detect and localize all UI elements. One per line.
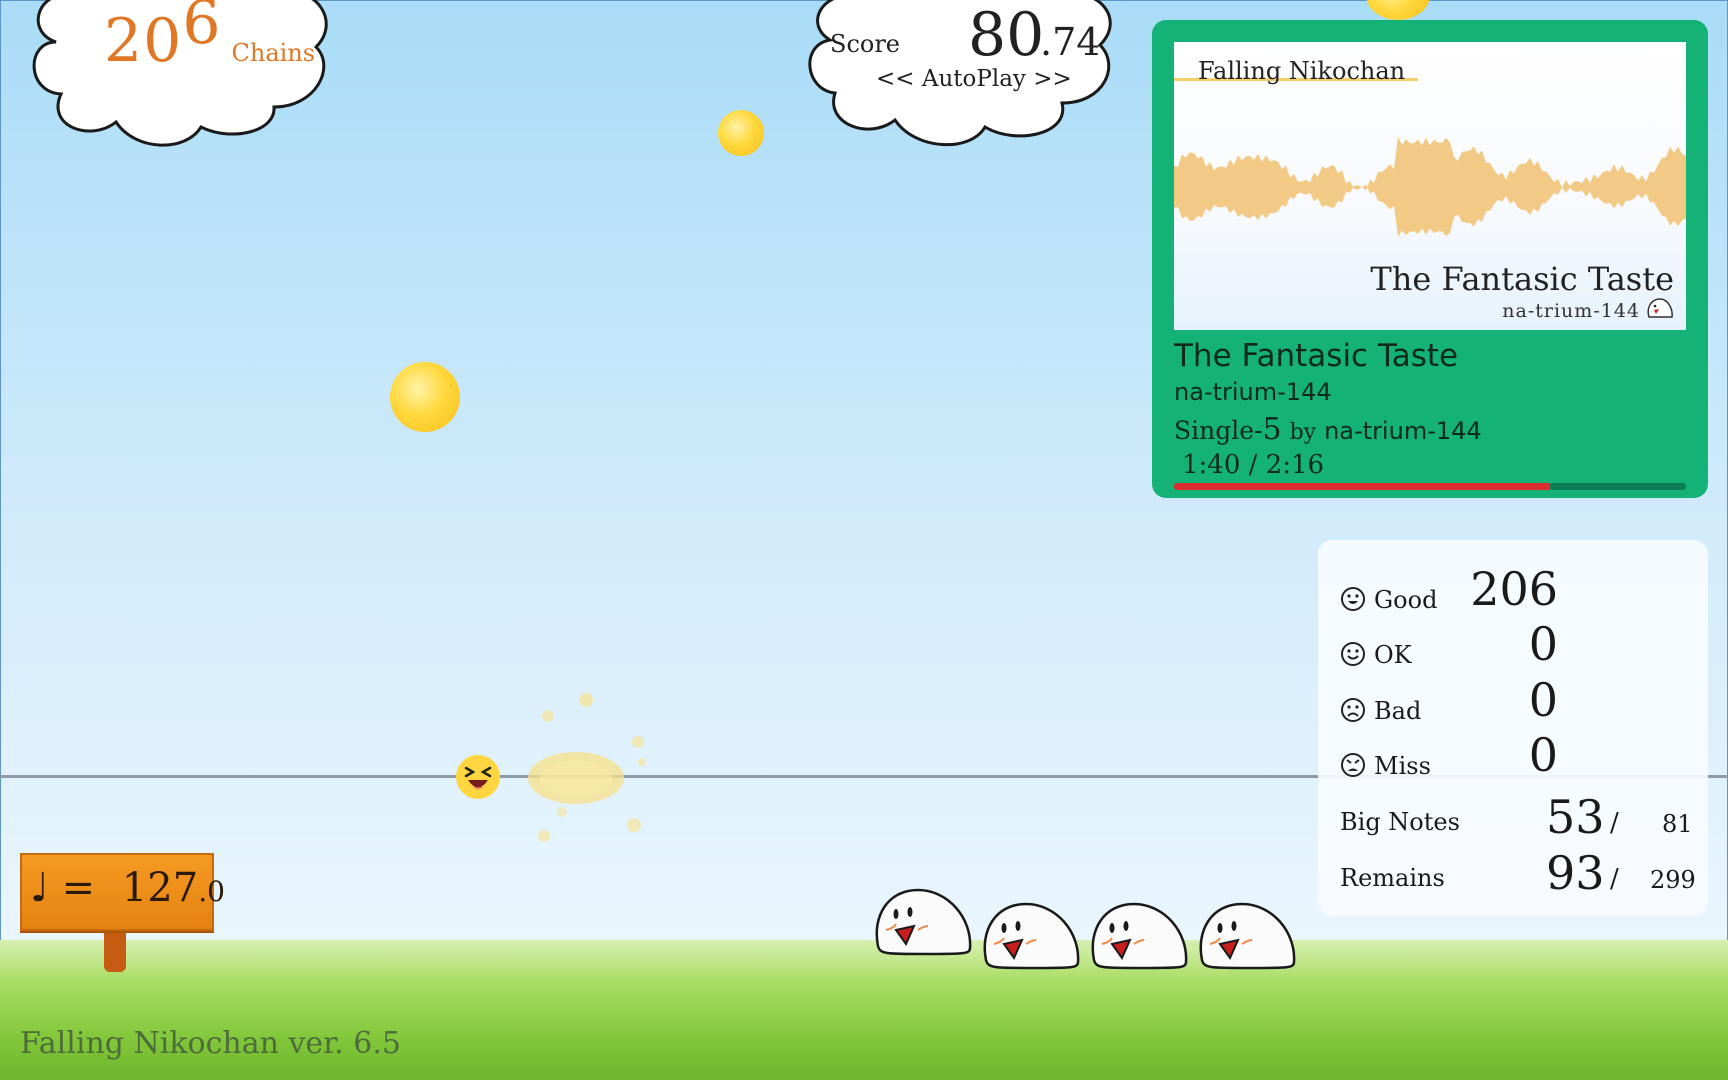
tempo-readout: ♩ = 127.0 <box>30 865 225 911</box>
chart-level: Single-5 by na-trium-144 <box>1174 412 1482 447</box>
tempo-sign: ♩ = 127.0 <box>20 853 225 931</box>
stat-big-notes: Big Notes 53 / 81 <box>1340 790 1693 848</box>
nikochan-character <box>1091 902 1188 970</box>
tempo-equals: = <box>61 865 96 911</box>
progress-bar <box>1174 483 1686 490</box>
jacket-game-title: Falling Nikochan <box>1198 57 1406 85</box>
song-artist: na-trium-144 <box>1174 378 1332 406</box>
progress-bar-fill <box>1174 483 1551 490</box>
hit-splash-effect <box>528 693 646 842</box>
good-count: 206 <box>1470 562 1558 616</box>
falling-note <box>718 110 764 156</box>
playback-time: 1:40 / 2:16 <box>1182 450 1325 480</box>
quarter-note-icon: ♩ <box>30 865 49 911</box>
remains-label: Remains <box>1340 864 1445 892</box>
nikochan-character <box>875 888 972 956</box>
nikochan-character <box>1199 902 1296 970</box>
level-number: 5 <box>1262 412 1282 447</box>
autoplay-indicator: << AutoPlay >> <box>876 66 1072 92</box>
big-notes-slash: / <box>1610 808 1619 838</box>
chains-label: Chains <box>231 39 316 67</box>
tempo-decimal: .0 <box>198 875 225 908</box>
big-falling-note <box>390 362 460 432</box>
score-label: Score <box>830 30 901 58</box>
big-notes-label: Big Notes <box>1340 808 1460 836</box>
remains-count: 93 <box>1546 846 1605 900</box>
song-info-panel: Falling Nikochan The Fantasic Taste na-t… <box>1152 20 1708 498</box>
nikochan-character <box>983 902 1080 970</box>
big-notes-total: 81 <box>1662 810 1693 838</box>
laughing-face-icon <box>456 755 500 799</box>
big-notes-count: 53 <box>1546 790 1605 844</box>
stat-remains: Remains 93 / 299 <box>1340 846 1696 904</box>
miss-count: 0 <box>1528 728 1558 782</box>
tempo-integer: 127 <box>121 865 199 911</box>
chains-counter: 206 Chains <box>104 0 316 76</box>
mini-nikochan-icon <box>1647 298 1673 318</box>
version-label: Falling Nikochan ver. 6.5 <box>20 1026 401 1061</box>
score-decimal: .74 <box>1040 20 1101 64</box>
judgement-stats-panel: Good 206 OK 0 Bad 0 Miss 0 Big Notes 53 … <box>1318 540 1708 916</box>
bad-count: 0 <box>1528 673 1558 727</box>
waveform-graphic <box>1174 136 1686 237</box>
chains-base: 20 <box>104 6 183 76</box>
ok-count: 0 <box>1528 617 1558 671</box>
level-name: Single- <box>1174 416 1263 445</box>
jacket-artist: na-trium-144 <box>1502 300 1640 322</box>
chains-last-digit: 6 <box>182 0 222 58</box>
song-title: The Fantasic Taste <box>1174 338 1459 374</box>
remains-total: 299 <box>1650 866 1696 894</box>
score-integer: 80 <box>968 0 1045 70</box>
remains-slash: / <box>1610 864 1619 894</box>
song-jacket: Falling Nikochan The Fantasic Taste na-t… <box>1174 42 1686 330</box>
by-label: by <box>1289 420 1317 445</box>
chart-author: na-trium-144 <box>1324 417 1482 445</box>
jacket-song-title: The Fantasic Taste <box>1370 260 1674 298</box>
